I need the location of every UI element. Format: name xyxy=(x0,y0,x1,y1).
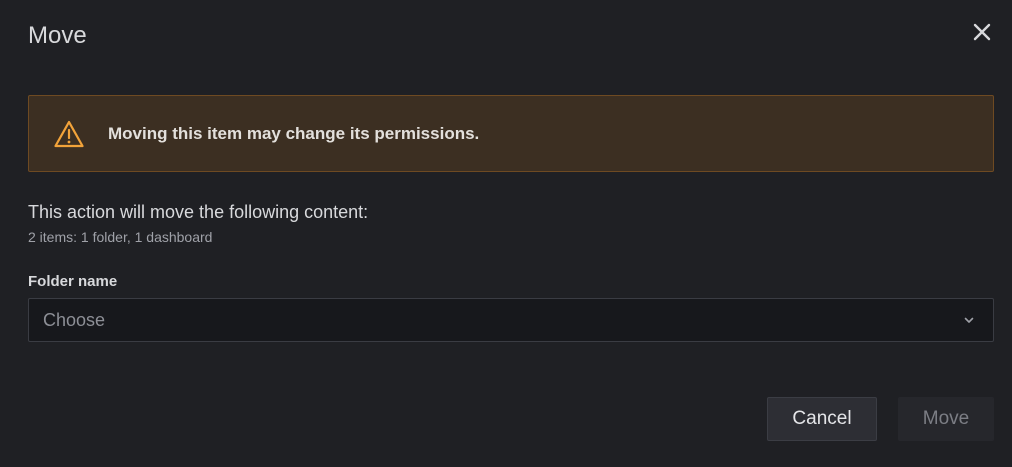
alert-message: Moving this item may change its permissi… xyxy=(108,123,480,143)
close-icon xyxy=(973,23,991,41)
close-button[interactable] xyxy=(970,20,994,44)
warning-icon xyxy=(53,118,85,150)
permissions-warning-alert: Moving this item may change its permissi… xyxy=(28,95,994,172)
folder-name-label: Folder name xyxy=(28,273,118,290)
move-modal: Move Moving this item may change its per… xyxy=(0,0,1012,467)
cancel-button[interactable]: Cancel xyxy=(767,397,877,441)
chevron-down-icon xyxy=(963,314,975,326)
folder-select[interactable]: Choose xyxy=(28,298,994,342)
move-content-description: This action will move the following cont… xyxy=(28,202,369,222)
move-content-count: 2 items: 1 folder, 1 dashboard xyxy=(28,229,213,245)
move-button[interactable]: Move xyxy=(898,397,994,441)
folder-select-placeholder: Choose xyxy=(43,309,106,330)
modal-title: Move xyxy=(28,22,87,49)
